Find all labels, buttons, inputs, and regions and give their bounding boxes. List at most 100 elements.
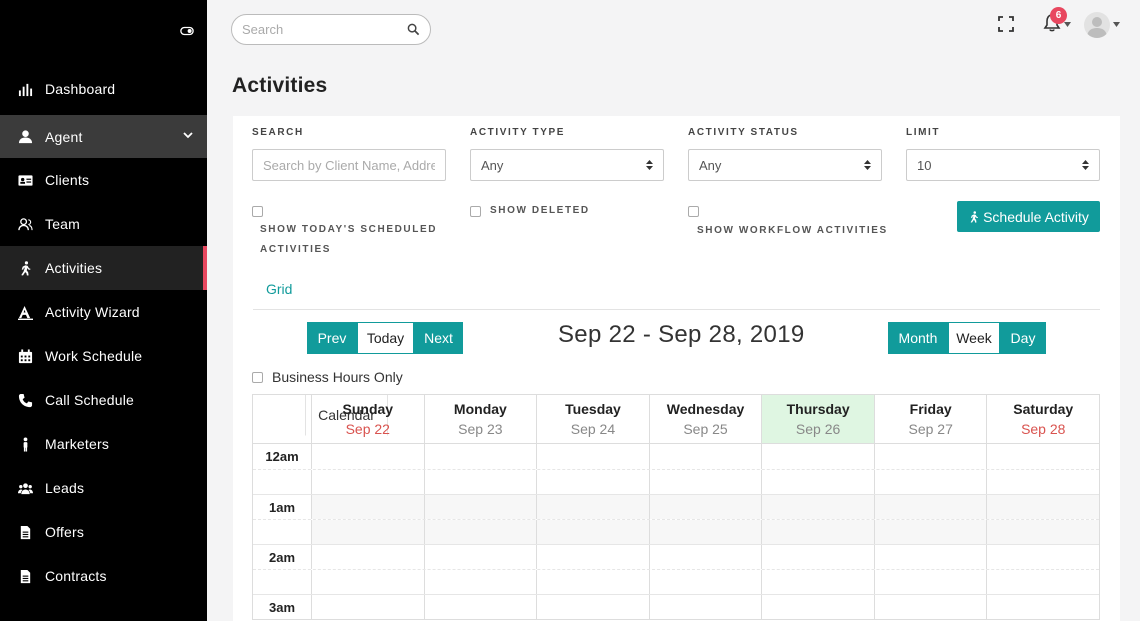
- calendar-cell[interactable]: [875, 545, 988, 569]
- calendar-cell[interactable]: [987, 545, 1099, 569]
- calendar-cell[interactable]: [424, 495, 538, 519]
- limit-select[interactable]: 10: [906, 149, 1100, 181]
- time-slot[interactable]: [253, 469, 1099, 494]
- calendar-cell[interactable]: [875, 570, 988, 594]
- calendar-cell[interactable]: [425, 470, 538, 494]
- day-header-thursday[interactable]: Thursday Sep 26: [762, 395, 875, 443]
- sidebar-item-clients[interactable]: Clients: [0, 158, 207, 202]
- time-slot[interactable]: 1am: [253, 494, 1100, 519]
- calendar-cell[interactable]: [425, 595, 538, 619]
- sidebar-item-work-schedule[interactable]: Work Schedule: [0, 334, 207, 378]
- sidebar-item-call-schedule[interactable]: Call Schedule: [0, 378, 207, 422]
- calendar-cell[interactable]: [650, 595, 763, 619]
- toggle-icon[interactable]: [180, 24, 194, 38]
- calendar-cell[interactable]: [762, 495, 875, 519]
- calendar-cell[interactable]: [762, 545, 875, 569]
- sidebar-item-activities[interactable]: Activities: [0, 246, 207, 290]
- calendar-cell[interactable]: [649, 495, 763, 519]
- time-slot[interactable]: 3am: [253, 594, 1099, 619]
- calendar-cell[interactable]: [762, 444, 875, 469]
- calendar-cell[interactable]: [987, 495, 1100, 519]
- calendar-cell[interactable]: [312, 545, 425, 569]
- calendar-cell[interactable]: [537, 545, 650, 569]
- calendar-cell[interactable]: [874, 495, 988, 519]
- day-header-monday[interactable]: Monday Sep 23: [425, 395, 538, 443]
- calendar-cell[interactable]: [312, 444, 425, 469]
- next-button[interactable]: Next: [414, 322, 463, 354]
- calendar-cell[interactable]: [987, 570, 1099, 594]
- calendar-cell[interactable]: [424, 520, 538, 544]
- today-button[interactable]: Today: [357, 322, 414, 354]
- calendar-cell[interactable]: [987, 520, 1100, 544]
- sidebar-item-activity-wizard[interactable]: Activity Wizard: [0, 290, 207, 334]
- day-header-sunday[interactable]: Sunday Sep 22: [312, 395, 425, 443]
- schedule-activity-button[interactable]: Schedule Activity: [957, 201, 1100, 232]
- calendar-cell[interactable]: [312, 570, 425, 594]
- activity-status-select[interactable]: Any: [688, 149, 882, 181]
- month-view-button[interactable]: Month: [888, 322, 948, 354]
- calendar-cell[interactable]: [649, 520, 763, 544]
- prev-button[interactable]: Prev: [307, 322, 357, 354]
- calendar-cell[interactable]: [650, 444, 763, 469]
- calendar-cell[interactable]: [650, 470, 763, 494]
- calendar-cell[interactable]: [537, 495, 650, 519]
- caret-down-icon[interactable]: [1113, 22, 1120, 27]
- sidebar-item-team[interactable]: Team: [0, 202, 207, 246]
- sidebar-item-marketers[interactable]: Marketers: [0, 422, 207, 466]
- time-slot[interactable]: 2am: [253, 544, 1099, 569]
- calendar-cell[interactable]: [762, 595, 875, 619]
- calendar-cell[interactable]: [312, 470, 425, 494]
- calendar-cell[interactable]: [762, 570, 875, 594]
- global-search[interactable]: [231, 14, 431, 45]
- calendar-cell[interactable]: [537, 520, 650, 544]
- tab-grid[interactable]: Grid: [253, 268, 305, 309]
- search-icon[interactable]: [407, 23, 420, 36]
- fullscreen-icon[interactable]: [998, 16, 1014, 32]
- caret-down-icon[interactable]: [1064, 22, 1071, 27]
- calendar-cell[interactable]: [312, 595, 425, 619]
- calendar-cell[interactable]: [987, 444, 1099, 469]
- time-slot[interactable]: [253, 519, 1100, 544]
- business-hours-checkbox[interactable]: [252, 372, 263, 383]
- day-header-wednesday[interactable]: Wednesday Sep 25: [650, 395, 763, 443]
- show-workflow-checkbox[interactable]: [688, 206, 699, 217]
- calendar-cell[interactable]: [987, 595, 1099, 619]
- calendar-cell[interactable]: [425, 570, 538, 594]
- calendar-cell[interactable]: [537, 444, 650, 469]
- calendar-cell[interactable]: [312, 495, 425, 519]
- calendar-cell[interactable]: [312, 520, 425, 544]
- show-deleted-checkbox[interactable]: [470, 206, 481, 217]
- calendar-cell[interactable]: [875, 444, 988, 469]
- calendar-cell[interactable]: [425, 545, 538, 569]
- week-view-button[interactable]: Week: [948, 322, 1000, 354]
- calendar-cell[interactable]: [537, 595, 650, 619]
- time-slot[interactable]: 12am: [253, 444, 1099, 469]
- day-header-tuesday[interactable]: Tuesday Sep 24: [537, 395, 650, 443]
- calendar-cell[interactable]: [875, 595, 988, 619]
- sidebar-item-agent[interactable]: Agent: [0, 115, 207, 158]
- sidebar-item-leads[interactable]: Leads: [0, 466, 207, 510]
- calendar-cell[interactable]: [425, 444, 538, 469]
- calendar-cell[interactable]: [537, 570, 650, 594]
- day-view-button[interactable]: Day: [1000, 322, 1046, 354]
- day-header-saturday[interactable]: Saturday Sep 28: [987, 395, 1099, 443]
- calendar-cell[interactable]: [762, 470, 875, 494]
- sidebar-item-dashboard[interactable]: Dashboard: [0, 67, 207, 111]
- sidebar-item-offers[interactable]: Offers: [0, 510, 207, 554]
- calendar-cell[interactable]: [987, 470, 1099, 494]
- client-search-input[interactable]: [263, 157, 435, 173]
- calendar-cell[interactable]: [874, 520, 988, 544]
- calendar-cell[interactable]: [650, 570, 763, 594]
- client-search-field[interactable]: [252, 149, 446, 181]
- calendar-cell[interactable]: [537, 470, 650, 494]
- day-header-friday[interactable]: Friday Sep 27: [875, 395, 988, 443]
- calendar-cell[interactable]: [875, 470, 988, 494]
- show-today-checkbox[interactable]: [252, 206, 263, 217]
- calendar-cell[interactable]: [650, 545, 763, 569]
- avatar[interactable]: [1084, 12, 1110, 38]
- global-search-input[interactable]: [242, 22, 402, 37]
- sidebar-item-contracts[interactable]: Contracts: [0, 554, 207, 598]
- calendar-cell[interactable]: [762, 520, 875, 544]
- activity-type-select[interactable]: Any: [470, 149, 664, 181]
- time-slot[interactable]: [253, 569, 1099, 594]
